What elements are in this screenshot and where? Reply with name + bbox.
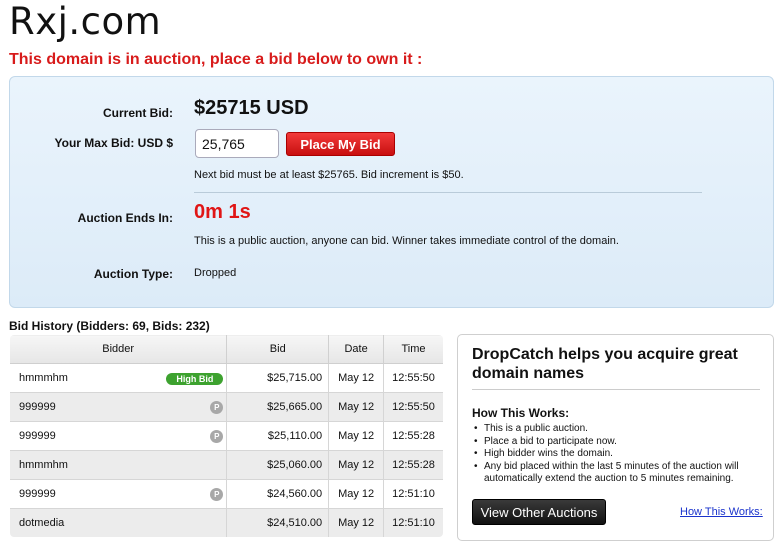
proxy-bid-icon: P [210,401,224,414]
bidder-cell: 999999 P [10,421,228,451]
proxy-bid-icon: P [210,430,224,443]
list-item: High bidder wins the domain. [474,448,764,461]
bid-panel: Current Bid: $25715 USD Your Max Bid: US… [9,76,774,308]
bid-date-cell: May 12 [328,363,385,393]
auction-type-label: Auction Type: [93,267,173,281]
bidder-cell: hmmmhm High Bid [10,363,228,393]
table-row: 999999 P $25,665.00 May 12 12:55:50 [10,392,443,422]
bid-time-cell: 12:51:10 [383,508,443,537]
bidder-name: 999999 [19,401,56,413]
bid-time-cell: 12:55:28 [383,421,443,451]
bidder-name: 999999 [19,430,56,442]
bidder-cell: 999999 P [10,392,228,422]
how-it-works-list: This is a public auction. Place a bid to… [474,423,764,486]
high-bid-badge: High Bid [166,373,224,385]
bid-amount-cell: $25,665.00 [226,392,330,422]
bid-date-cell: May 12 [328,392,385,422]
how-it-works-title: How This Works: [472,406,570,420]
bidder-cell: 999999 P [10,479,228,509]
table-row: 999999 P $24,560.00 May 12 12:51:10 [10,479,443,509]
domain-title: Rxj.com [9,0,162,43]
current-bid-value: $25715 USD [194,97,309,119]
auction-countdown: 0m 1s [194,201,251,223]
proxy-bid-icon: P [210,488,224,501]
bidder-name: hmmmhm [19,372,68,384]
table-row: dotmedia $24,510.00 May 12 12:51:10 [10,508,443,537]
bid-amount-cell: $25,110.00 [226,421,330,451]
bid-history-title: Bid History (Bidders: 69, Bids: 232) [9,319,210,333]
info-title: DropCatch helps you acquire great domain… [472,346,738,382]
list-item: This is a public auction. [474,423,764,436]
bid-time-cell: 12:55:28 [383,450,443,480]
list-item: Place a bid to participate now. [474,436,764,449]
dropcatch-info-box: DropCatch helps you acquire great domain… [457,334,774,541]
table-row: 999999 P $25,110.00 May 12 12:55:28 [10,421,443,451]
bid-date-cell: May 12 [328,450,385,480]
bid-amount-cell: $25,060.00 [226,450,330,480]
bid-date-cell: May 12 [328,508,385,537]
bid-time-cell: 12:55:50 [383,363,443,393]
bidder-cell: hmmmhm [10,450,228,480]
panel-divider [194,192,702,193]
table-row: hmmmhm High Bid $25,715.00 May 12 12:55:50 [10,363,443,393]
bid-date-cell: May 12 [328,479,385,509]
bidder-name: hmmmhm [19,459,68,471]
column-header-time[interactable]: Time [383,335,443,364]
place-bid-button[interactable]: Place My Bid [286,132,395,156]
bid-time-cell: 12:55:50 [383,392,443,422]
bid-amount-cell: $24,560.00 [226,479,330,509]
how-it-works-link[interactable]: How This Works: [680,506,763,518]
max-bid-input[interactable] [195,129,279,158]
auction-headline: This domain is in auction, place a bid b… [9,51,423,68]
column-header-bid[interactable]: Bid [226,335,330,364]
column-header-date[interactable]: Date [328,335,385,364]
max-bid-label: Your Max Bid: USD $ [54,136,173,150]
next-bid-note: Next bid must be at least $25765. Bid in… [194,169,464,181]
bid-date-cell: May 12 [328,421,385,451]
bid-time-cell: 12:51:10 [383,479,443,509]
bid-amount-cell: $24,510.00 [226,508,330,537]
auction-type-value: Dropped [194,267,237,279]
view-other-auctions-button[interactable]: View Other Auctions [472,499,606,525]
auction-ends-label: Auction Ends In: [77,211,173,225]
table-row: hmmmhm $25,060.00 May 12 12:55:28 [10,450,443,480]
bidder-name: dotmedia [19,517,65,529]
bidder-name: 999999 [19,488,56,500]
bid-amount-cell: $25,715.00 [226,363,330,393]
current-bid-label: Current Bid: [103,106,173,120]
bidder-cell: dotmedia [10,508,228,537]
public-auction-note: This is a public auction, anyone can bid… [194,235,619,247]
bid-history-table: Bidder Bid Date Time hmmmhm High Bid $25,7… [9,334,444,538]
column-header-bidder[interactable]: Bidder [10,335,228,364]
table-header-row: Bidder Bid Date Time [10,335,443,364]
list-item: Any bid placed within the last 5 minutes… [474,461,764,486]
info-divider [472,389,760,390]
